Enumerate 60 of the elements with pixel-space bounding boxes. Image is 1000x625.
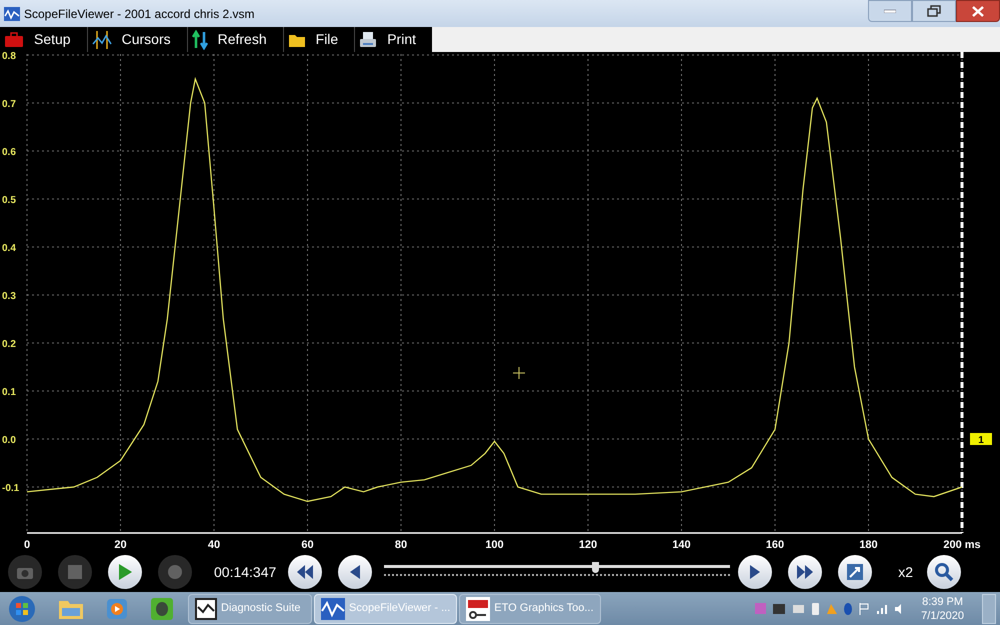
stop-icon (68, 565, 82, 579)
y-axis-label: 0.3 (2, 291, 16, 302)
step-forward-button[interactable] (738, 555, 772, 589)
y-axis-label: 0.7 (2, 99, 16, 110)
record-icon (167, 564, 183, 580)
printer-icon (359, 30, 378, 48)
x-axis-label: 40 (208, 539, 220, 551)
channel-marker[interactable]: 1 (970, 433, 992, 446)
y-axis-label: 0.8 (2, 52, 16, 62)
x-axis-label: 160 (766, 539, 784, 551)
cursors-icon (92, 30, 112, 50)
window-title: ScopeFileViewer - 2001 accord chris 2.vsm (24, 6, 255, 22)
crosshair-cursor[interactable] (512, 366, 526, 380)
media-player-icon[interactable] (106, 598, 128, 620)
double-left-icon (296, 564, 314, 580)
right-triangle-icon (749, 564, 762, 580)
clock-date: 7/1/2020 (921, 608, 964, 622)
fast-forward-button[interactable] (788, 555, 822, 589)
x-axis-label: 140 (672, 539, 691, 551)
double-right-icon (796, 564, 814, 580)
close-icon (972, 6, 984, 16)
close-button[interactable] (956, 0, 1000, 22)
toolbox-icon (4, 32, 24, 48)
x-axis-label: 100 (485, 539, 504, 551)
y-axis-label: 0.5 (2, 195, 16, 206)
clock-time: 8:39 PM (922, 594, 964, 608)
x-axis-label: 20 (114, 539, 127, 551)
minimize-icon (884, 9, 896, 13)
fit-button[interactable] (838, 555, 872, 589)
x-axis-label: 0 (24, 539, 30, 551)
x-axis-label: 200 ms (943, 539, 981, 551)
y-axis-label: 0.4 (2, 243, 16, 254)
waveform-icon (321, 598, 345, 620)
resize-icon (846, 563, 864, 581)
y-axis-label: 0.1 (2, 387, 16, 398)
y-axis-label: 0.6 (2, 147, 16, 158)
play-icon (117, 563, 133, 581)
refresh-icon (192, 30, 208, 50)
left-triangle-icon (349, 564, 362, 580)
x-axis-label: 120 (578, 539, 598, 551)
x-axis-label: 60 (301, 539, 314, 551)
search-icon (934, 562, 954, 582)
restore-button[interactable] (912, 0, 956, 22)
y-axis-label: -0.1 (2, 483, 20, 494)
rewind-button[interactable] (288, 555, 322, 589)
waveform-icon (4, 6, 20, 20)
x-axis-label: 80 (394, 539, 408, 551)
waveform-icon (195, 598, 217, 620)
slider-thumb[interactable] (592, 562, 600, 573)
y-axis-label: 0.2 (2, 339, 16, 350)
app-logo-icon (466, 596, 490, 620)
start-orb-icon[interactable] (8, 594, 36, 622)
step-back-button[interactable] (338, 555, 372, 589)
restore-icon (927, 5, 941, 17)
time-readout: 00:14:347 (214, 562, 276, 582)
x-axis-label: 180 (859, 539, 878, 551)
search-button[interactable] (927, 555, 962, 589)
play-button[interactable] (108, 555, 142, 589)
zoom-factor: x2 (898, 562, 914, 582)
y-axis-label: 0.0 (2, 435, 16, 446)
